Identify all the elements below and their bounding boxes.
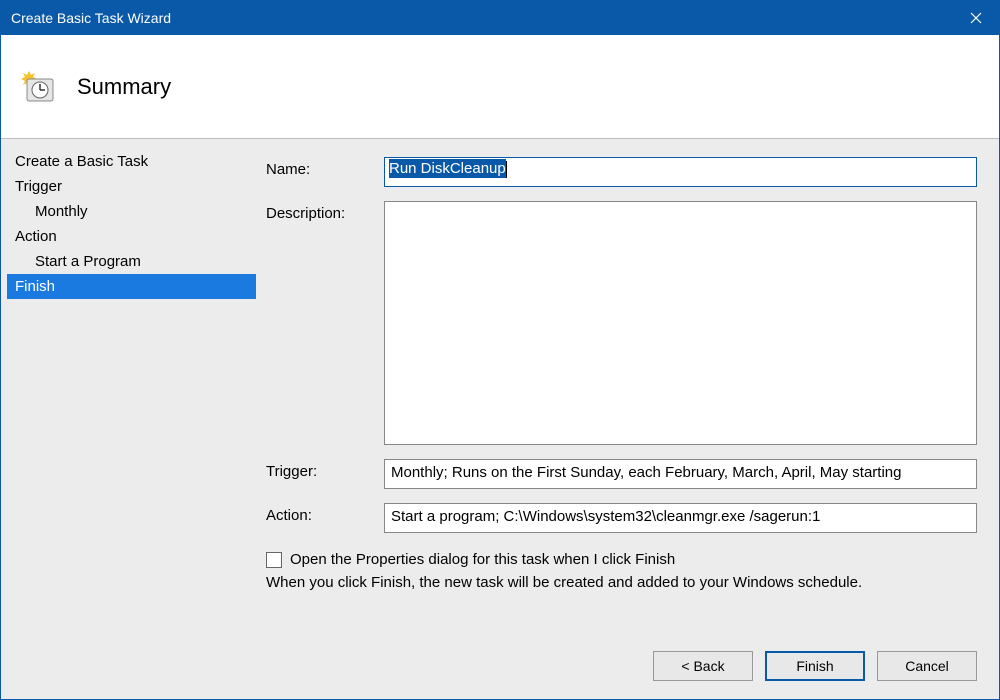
finish-button[interactable]: Finish [765,651,865,681]
step-create-basic-task[interactable]: Create a Basic Task [7,149,256,174]
name-label: Name: [266,157,376,187]
step-trigger[interactable]: Trigger [7,174,256,199]
button-row: < Back Finish Cancel [266,637,977,691]
wizard-content: Name: Run DiskCleanup Description: Trigg… [256,139,999,699]
description-input[interactable] [384,201,977,445]
step-action[interactable]: Action [7,224,256,249]
text-caret [506,161,507,178]
open-properties-row: Open the Properties dialog for this task… [266,551,977,568]
task-scheduler-icon [21,69,57,105]
action-label: Action: [266,503,376,533]
cancel-button[interactable]: Cancel [877,651,977,681]
close-icon [970,12,982,24]
summary-form: Name: Run DiskCleanup Description: Trigg… [266,157,977,533]
trigger-summary[interactable]: Monthly; Runs on the First Sunday, each … [384,459,977,489]
wizard-window: Create Basic Task Wizard Summary Create … [0,0,1000,700]
options-area: Open the Properties dialog for this task… [266,551,977,591]
window-title: Create Basic Task Wizard [11,10,171,26]
page-title: Summary [77,74,171,100]
wizard-header: Summary [1,35,999,139]
finish-note: When you click Finish, the new task will… [266,574,977,591]
action-summary[interactable]: Start a program; C:\Windows\system32\cle… [384,503,977,533]
trigger-label: Trigger: [266,459,376,489]
titlebar: Create Basic Task Wizard [1,1,999,35]
step-finish[interactable]: Finish [7,274,256,299]
name-input[interactable]: Run DiskCleanup [384,157,977,187]
wizard-steps: Create a Basic Task Trigger Monthly Acti… [1,139,256,699]
description-label: Description: [266,201,376,445]
step-action-start-program[interactable]: Start a Program [7,249,256,274]
step-trigger-monthly[interactable]: Monthly [7,199,256,224]
back-button[interactable]: < Back [653,651,753,681]
wizard-body: Create a Basic Task Trigger Monthly Acti… [1,139,999,699]
close-button[interactable] [953,1,999,35]
open-properties-checkbox[interactable] [266,552,282,568]
name-input-value: Run DiskCleanup [389,159,506,178]
open-properties-label: Open the Properties dialog for this task… [290,551,675,568]
